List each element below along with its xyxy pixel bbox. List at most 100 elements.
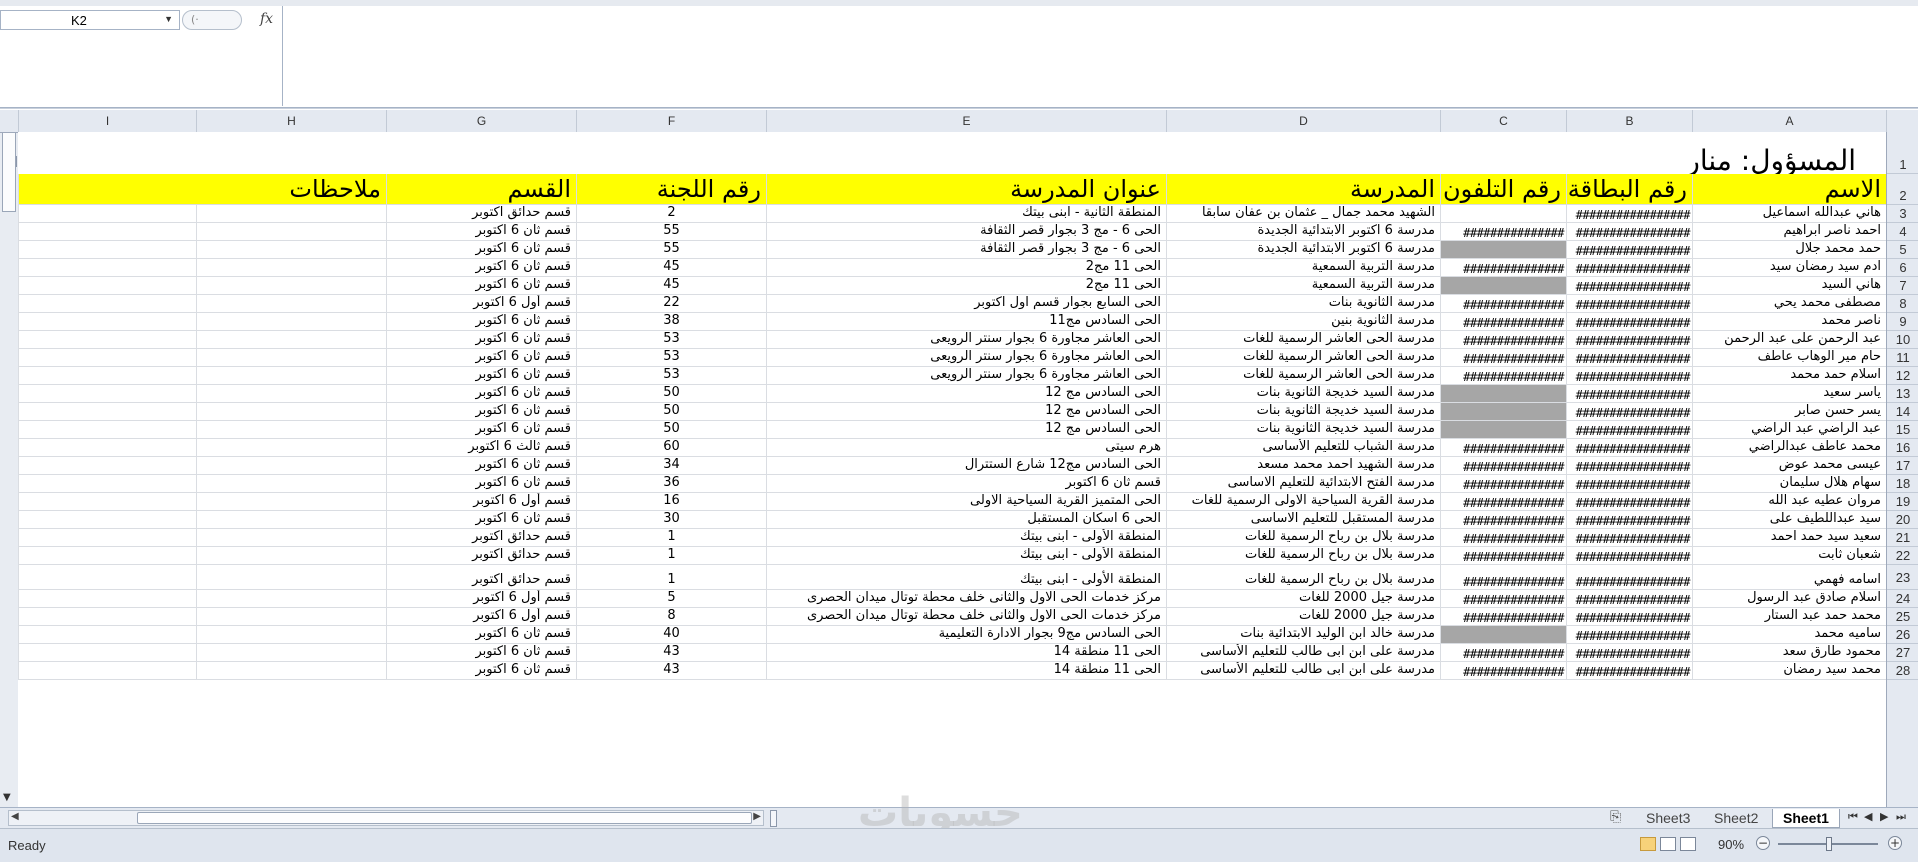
cell-notes-ext[interactable]: [196, 626, 386, 644]
cell-id-number[interactable]: #################: [1566, 511, 1692, 529]
cell-school-address[interactable]: الحى السادس مج 12: [766, 403, 1166, 421]
cell-school[interactable]: مدرسة بلال بن رباح الرسمية للغات: [1166, 529, 1440, 547]
cell-department[interactable]: قسم حدائق اكتوبر: [386, 529, 576, 547]
row-header[interactable]: 28: [1887, 662, 1918, 680]
cell-school-address[interactable]: المنطقة الأولى - ابنى بيتك: [766, 529, 1166, 547]
cell-id-number[interactable]: #################: [1566, 259, 1692, 277]
cell-school-address[interactable]: الحى المتميز القرية السياحية الاولى: [766, 493, 1166, 511]
cell-school[interactable]: مدرسة جيل 2000 للغات: [1166, 590, 1440, 608]
cell-department[interactable]: قسم ثان 6 اكتوبر: [386, 259, 576, 277]
cell-school-address[interactable]: المنطقة الأولى - ابنى بيتك: [766, 547, 1166, 565]
cell-committee-number[interactable]: 8: [576, 608, 766, 626]
cell-department[interactable]: قسم ثان 6 اكتوبر: [386, 626, 576, 644]
cell-name[interactable]: حمد محمد جلال: [1692, 241, 1886, 259]
cell-id-number[interactable]: #################: [1566, 493, 1692, 511]
cell-notes[interactable]: [18, 385, 196, 403]
cell-id-number[interactable]: #################: [1566, 295, 1692, 313]
cell-school-address[interactable]: الحى 11 مج2: [766, 259, 1166, 277]
cell-phone[interactable]: ###############: [1440, 295, 1566, 313]
cell-department[interactable]: قسم ثان 6 اكتوبر: [386, 349, 576, 367]
cell-department[interactable]: قسم ثان 6 اكتوبر: [386, 403, 576, 421]
vertical-scrollbar-thumb[interactable]: [2, 132, 16, 212]
cell-school-address[interactable]: الحى العاشر مجاورة 6 بجوار سنتر الرويعى: [766, 367, 1166, 385]
cell-committee-number[interactable]: 60: [576, 439, 766, 457]
cell-department[interactable]: قسم ثان 6 اكتوبر: [386, 313, 576, 331]
row-header[interactable]: 7: [1887, 277, 1918, 295]
cell-department[interactable]: قسم ثان 6 اكتوبر: [386, 385, 576, 403]
cell-school[interactable]: مدرسة السيد خديجة الثانوية بنات: [1166, 385, 1440, 403]
cell-school-address[interactable]: الحى 11 منطقة 14: [766, 662, 1166, 680]
cell-phone[interactable]: ###############: [1440, 439, 1566, 457]
row-header[interactable]: 24: [1887, 590, 1918, 608]
tab-sheet1[interactable]: Sheet1: [1772, 809, 1840, 828]
cell-department[interactable]: قسم أول 6 اكتوبر: [386, 590, 576, 608]
cell-notes[interactable]: [18, 493, 196, 511]
cell-phone[interactable]: [1440, 205, 1566, 223]
cell-school[interactable]: مدرسة على ابن ابى طالب للتعليم الأساسى: [1166, 662, 1440, 680]
cell-id-number[interactable]: #################: [1566, 475, 1692, 493]
cell-school-address[interactable]: الحى العاشر مجاورة 6 بجوار سنتر الرويعى: [766, 349, 1166, 367]
cell-department[interactable]: قسم ثان 6 اكتوبر: [386, 457, 576, 475]
cell-phone[interactable]: ###############: [1440, 259, 1566, 277]
cell-committee-number[interactable]: 55: [576, 223, 766, 241]
row-header[interactable]: 26: [1887, 626, 1918, 644]
cell-id-number[interactable]: #################: [1566, 626, 1692, 644]
cell-notes-ext[interactable]: [196, 277, 386, 295]
cell-notes-ext[interactable]: [196, 475, 386, 493]
cell-name[interactable]: يسر حسن صابر: [1692, 403, 1886, 421]
cell-id-number[interactable]: #################: [1566, 565, 1692, 590]
cell-committee-number[interactable]: 50: [576, 385, 766, 403]
row-header[interactable]: 3: [1887, 205, 1918, 223]
zoom-level[interactable]: 90%: [1718, 837, 1744, 852]
cell-id-number[interactable]: #################: [1566, 403, 1692, 421]
cell-department[interactable]: قسم ثان 6 اكتوبر: [386, 367, 576, 385]
cell-school[interactable]: مدرسة على ابن ابى طالب للتعليم الأساسى: [1166, 644, 1440, 662]
cell-notes[interactable]: [18, 277, 196, 295]
cell-department[interactable]: قسم ثالث 6 اكتوبر: [386, 439, 576, 457]
row-header[interactable]: 8: [1887, 295, 1918, 313]
cell-name[interactable]: ادم سيد رمضان سيد: [1692, 259, 1886, 277]
cell-notes-ext[interactable]: [196, 565, 386, 590]
cell-school-address[interactable]: الحى 11 مج2: [766, 277, 1166, 295]
scroll-left-icon[interactable]: ◀: [11, 811, 19, 822]
tab-sheet3[interactable]: Sheet3: [1636, 809, 1700, 827]
scroll-right-icon[interactable]: ▶: [753, 811, 761, 822]
cell-school-address[interactable]: المنطقة الثانية - ابنى بيتك: [766, 205, 1166, 223]
cell-committee-number[interactable]: 55: [576, 241, 766, 259]
row-header[interactable]: 21: [1887, 529, 1918, 547]
cell-phone[interactable]: ###############: [1440, 511, 1566, 529]
cell-committee-number[interactable]: 1: [576, 529, 766, 547]
cell-department[interactable]: قسم ثان 6 اكتوبر: [386, 223, 576, 241]
cell-phone[interactable]: ###############: [1440, 223, 1566, 241]
cell-notes-ext[interactable]: [196, 644, 386, 662]
cell-phone[interactable]: ###############: [1440, 313, 1566, 331]
worksheet-grid[interactable]: المسؤول: منار ملاحظات القسم رقم اللجنة عنوا…: [18, 132, 1886, 807]
cell-id-number[interactable]: #################: [1566, 385, 1692, 403]
zoom-in-icon[interactable]: +: [1888, 836, 1902, 850]
header-department[interactable]: القسم: [386, 174, 576, 205]
cell-id-number[interactable]: #################: [1566, 205, 1692, 223]
cell-name[interactable]: مصطفى محمد يحي: [1692, 295, 1886, 313]
cell-notes[interactable]: [18, 205, 196, 223]
cell-id-number[interactable]: #################: [1566, 241, 1692, 259]
row-header[interactable]: 17: [1887, 457, 1918, 475]
cell-notes-ext[interactable]: [196, 367, 386, 385]
cell-id-number[interactable]: #################: [1566, 367, 1692, 385]
cell-notes[interactable]: [18, 367, 196, 385]
page-break-view-icon[interactable]: [1680, 837, 1696, 851]
cell-department[interactable]: قسم ثان 6 اكتوبر: [386, 277, 576, 295]
cell-school-address[interactable]: الحى 6 اسكان المستقبل: [766, 511, 1166, 529]
cell-notes-ext[interactable]: [196, 313, 386, 331]
cell-name[interactable]: عيسى محمد عوض: [1692, 457, 1886, 475]
cell-committee-number[interactable]: 43: [576, 644, 766, 662]
cell-phone[interactable]: ###############: [1440, 457, 1566, 475]
prev-sheet-icon[interactable]: ◀: [1864, 810, 1872, 823]
tab-sheet2[interactable]: Sheet2: [1704, 809, 1768, 827]
cell-committee-number[interactable]: 53: [576, 349, 766, 367]
cell-school[interactable]: مدرسة المستقبل للتعليم الاساسى: [1166, 511, 1440, 529]
cell-school-address[interactable]: الحى السادس مج12 شارع الستترال: [766, 457, 1166, 475]
cell-department[interactable]: قسم ثان 6 اكتوبر: [386, 241, 576, 259]
cell-notes[interactable]: [18, 565, 196, 590]
cell-notes[interactable]: [18, 241, 196, 259]
cell-notes[interactable]: [18, 662, 196, 680]
